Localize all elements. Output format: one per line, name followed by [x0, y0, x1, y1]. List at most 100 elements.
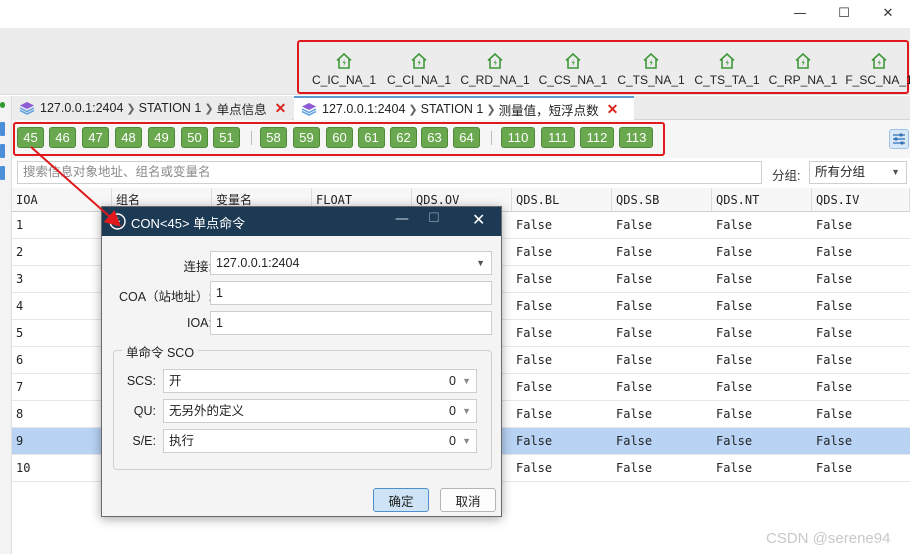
se-select[interactable]: 执行 0 ▼: [163, 429, 477, 453]
close-window-button[interactable]: ✕: [866, 0, 910, 26]
scs-label: SCS:: [126, 374, 156, 388]
cell-qds-nt: False: [716, 353, 753, 367]
ioa-button[interactable]: 113: [619, 127, 653, 148]
dropdown-arrow-icon: ▼: [891, 167, 900, 177]
toolbar-button-c-rd-na-1[interactable]: C_RD_NA_1: [457, 42, 533, 92]
tab-measured-float[interactable]: 127.0.0.1:2404 ❯ STATION 1 ❯ 测量值，短浮点数 ✕: [294, 96, 634, 120]
cell-qds-iv: False: [816, 407, 853, 421]
chevron-right-icon: ❯: [204, 102, 214, 115]
tab-name: 单点信息: [216, 102, 267, 117]
cell-ioa: 1: [16, 218, 24, 232]
cell-qds-sb: False: [616, 353, 653, 367]
ioa-button[interactable]: 51: [213, 127, 240, 148]
cell-qds-nt: False: [716, 434, 753, 448]
dropdown-arrow-icon: ▼: [476, 258, 485, 268]
house-bolt-icon: [795, 52, 811, 69]
qu-select[interactable]: 无另外的定义 0 ▼: [163, 399, 477, 423]
cell-ioa: 7: [16, 380, 24, 394]
ioa-button[interactable]: 46: [49, 127, 76, 148]
cell-qds-sb: False: [616, 380, 653, 394]
house-bolt-icon: [487, 52, 503, 69]
maximize-button[interactable]: ☐: [822, 0, 866, 26]
chevron-right-icon: ❯: [126, 102, 136, 115]
cell-qds-sb: False: [616, 434, 653, 448]
se-number: 0: [449, 434, 456, 448]
ioa-button[interactable]: 60: [326, 127, 353, 148]
side-marker-icon[interactable]: [0, 144, 5, 158]
toolbar-button-c-ts-na-1[interactable]: C_TS_NA_1: [613, 42, 689, 92]
ioa-button[interactable]: 112: [580, 127, 614, 148]
ioa-button[interactable]: 63: [421, 127, 448, 148]
toolbar-button-c-ic-na-1[interactable]: C_IC_NA_1: [306, 42, 382, 92]
coa-input[interactable]: 1: [210, 281, 492, 305]
connection-value: 127.0.0.1:2404: [216, 256, 300, 270]
dialog-close-button[interactable]: ✕: [472, 210, 485, 229]
search-input[interactable]: 搜索信息对象地址、组名或变量名: [17, 161, 762, 184]
divider: [251, 131, 252, 145]
cell-qds-sb: False: [616, 299, 653, 313]
ioa-button[interactable]: 45: [17, 127, 44, 148]
ioa-label: IOA:: [186, 316, 212, 330]
ioa-button[interactable]: 50: [181, 127, 208, 148]
column-header[interactable]: QDS.SB: [612, 188, 712, 212]
column-header[interactable]: QDS.IV: [812, 188, 910, 212]
ioa-button[interactable]: 49: [148, 127, 175, 148]
scs-text: 开: [169, 374, 182, 388]
tab-single-point-info[interactable]: 127.0.0.1:2404 ❯ STATION 1 ❯ 单点信息 ✕: [12, 96, 292, 120]
ok-button[interactable]: 确定: [373, 488, 429, 512]
scs-select[interactable]: 开 0 ▼: [163, 369, 477, 393]
side-marker-icon[interactable]: [0, 122, 5, 136]
tab-bar: 127.0.0.1:2404 ❯ STATION 1 ❯ 单点信息 ✕ 127.…: [12, 96, 910, 120]
chevron-right-icon: ❯: [408, 103, 418, 116]
minimize-button[interactable]: —: [778, 0, 822, 26]
toolbar-button-c-ts-ta-1[interactable]: C_TS_TA_1: [689, 42, 765, 92]
cell-qds-bl: False: [516, 326, 553, 340]
command-button-group: C_IC_NA_1 C_CI_NA_1 C_RD_NA_1 C_CS_NA_1 …: [297, 40, 910, 94]
ioa-button[interactable]: 47: [82, 127, 109, 148]
connection-select[interactable]: 127.0.0.1:2404 ▼: [210, 251, 492, 275]
ioa-button[interactable]: 58: [260, 127, 287, 148]
cell-qds-nt: False: [716, 407, 753, 421]
cell-ioa: 6: [16, 353, 24, 367]
layers-icon: [19, 102, 35, 115]
tab-station: STATION 1: [420, 102, 484, 116]
toolbar-button-c-cs-na-1[interactable]: C_CS_NA_1: [535, 42, 611, 92]
column-header[interactable]: IOA: [12, 188, 112, 212]
cell-qds-iv: False: [816, 299, 853, 313]
cell-qds-sb: False: [616, 407, 653, 421]
dialog-maximize-button[interactable]: ☐: [428, 211, 440, 226]
dialog-titlebar[interactable]: CON<45> 单点命令 — ☐ ✕: [102, 207, 501, 236]
cancel-button[interactable]: 取消: [440, 488, 496, 512]
se-label: S/E:: [132, 434, 156, 448]
side-marker-icon[interactable]: [0, 166, 5, 180]
toolbar-button-f-sc-na-1[interactable]: F_SC_NA_1: [841, 42, 910, 92]
dialog-minimize-button[interactable]: —: [395, 211, 409, 227]
group-select[interactable]: 所有分组 ▼: [809, 161, 907, 184]
ioa-button[interactable]: 62: [390, 127, 417, 148]
ioa-input[interactable]: 1: [210, 311, 492, 335]
settings-sliders-button[interactable]: [889, 129, 909, 149]
toolbar-button-c-rp-na-1[interactable]: C_RP_NA_1: [765, 42, 841, 92]
cell-qds-bl: False: [516, 380, 553, 394]
toolbar-button-label: C_RD_NA_1: [460, 73, 530, 87]
ioa-button[interactable]: 64: [453, 127, 480, 148]
ioa-button[interactable]: 48: [115, 127, 142, 148]
toolbar-button-c-ci-na-1[interactable]: C_CI_NA_1: [381, 42, 457, 92]
ioa-button[interactable]: 59: [293, 127, 320, 148]
cell-qds-bl: False: [516, 218, 553, 232]
cell-qds-bl: False: [516, 272, 553, 286]
tab-close-icon[interactable]: ✕: [275, 100, 287, 117]
cell-ioa: 2: [16, 245, 24, 259]
cell-qds-iv: False: [816, 434, 853, 448]
house-bolt-icon: [871, 52, 887, 69]
cell-ioa: 4: [16, 299, 24, 313]
column-header[interactable]: QDS.NT: [712, 188, 812, 212]
ioa-button[interactable]: 110: [501, 127, 535, 148]
cell-qds-iv: False: [816, 326, 853, 340]
house-bolt-icon: [643, 52, 659, 69]
ioa-button[interactable]: 61: [358, 127, 385, 148]
ioa-button[interactable]: 111: [541, 127, 575, 148]
dropdown-arrow-icon: ▼: [462, 406, 471, 416]
tab-close-icon[interactable]: ✕: [607, 101, 619, 118]
column-header[interactable]: QDS.BL: [512, 188, 612, 212]
